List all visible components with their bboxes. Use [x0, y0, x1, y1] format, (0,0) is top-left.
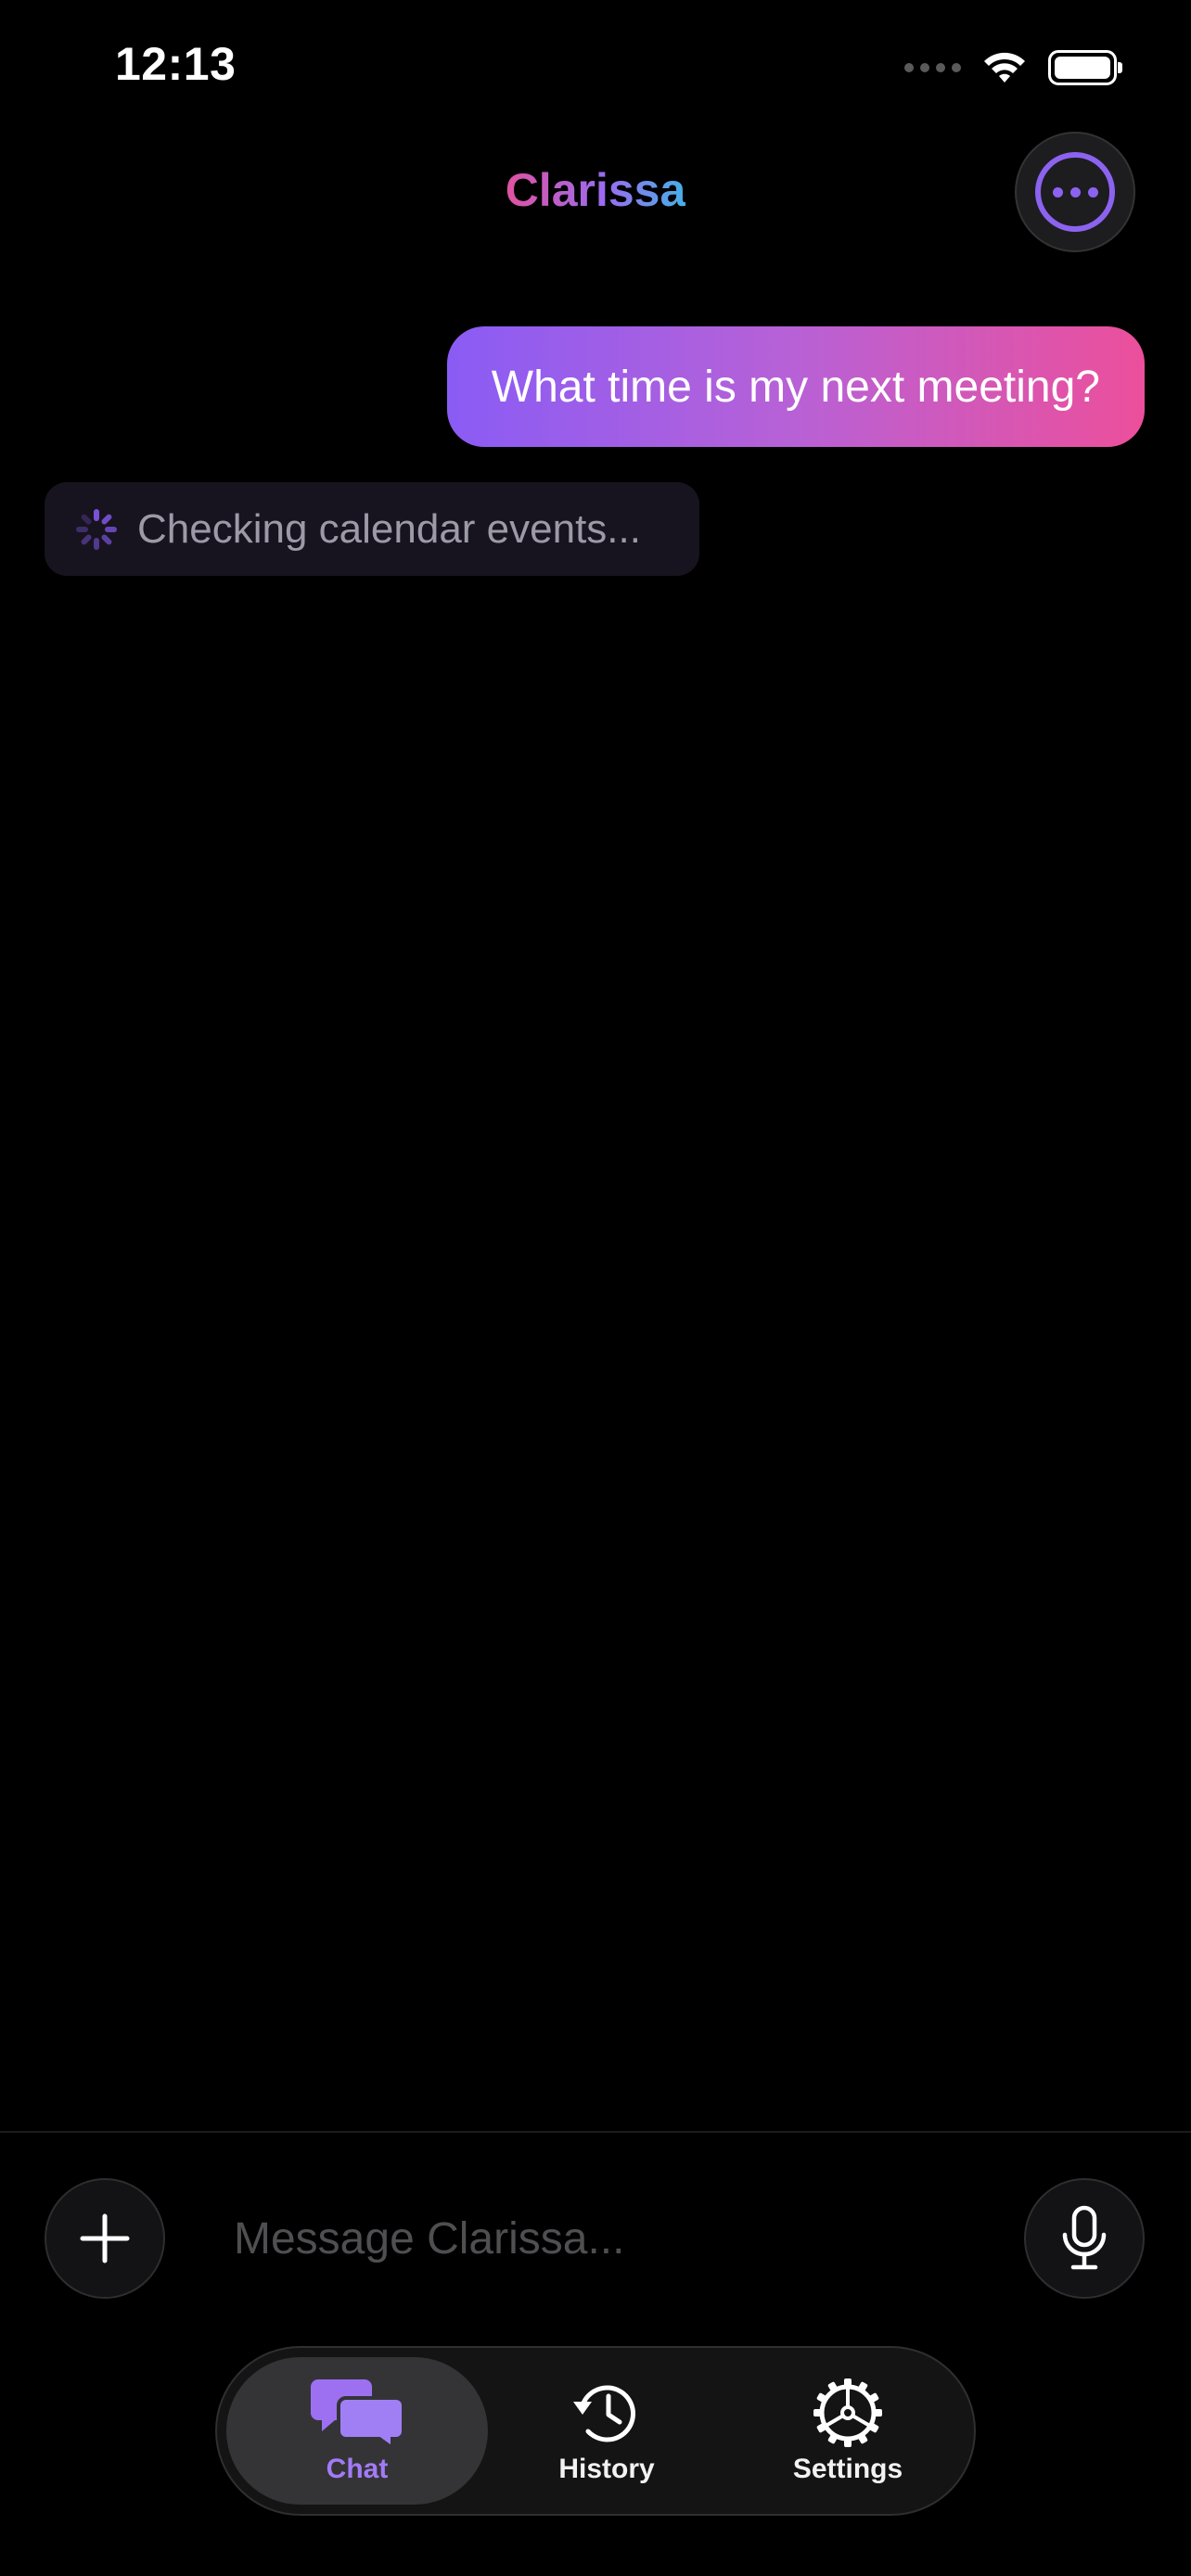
tab-chat-label: Chat [326, 2453, 389, 2484]
tab-history-label: History [558, 2453, 655, 2484]
voice-input-button[interactable] [1024, 2178, 1145, 2299]
tab-bar: Chat History Settings [215, 2346, 976, 2516]
wifi-icon [984, 52, 1025, 83]
history-icon [573, 2384, 635, 2442]
ellipsis-icon [1035, 152, 1115, 232]
composer-divider [0, 2131, 1191, 2133]
assistant-status-text: Checking calendar events... [137, 505, 641, 552]
tab-history[interactable]: History [514, 2357, 699, 2505]
loading-spinner-icon [76, 508, 117, 550]
plus-icon [80, 2213, 130, 2264]
cellular-signal-icon [904, 63, 961, 72]
add-attachment-button[interactable] [45, 2178, 165, 2299]
assistant-status-pill: Checking calendar events... [45, 482, 699, 576]
more-options-button[interactable] [1015, 132, 1135, 252]
gear-icon [813, 2378, 882, 2447]
page-title: Clarissa [0, 163, 1191, 217]
assistant-name: Clarissa [505, 164, 686, 216]
microphone-icon [1062, 2205, 1107, 2270]
app-screen: 12:13 Clarissa What time is my next meet… [0, 0, 1191, 2576]
status-time: 12:13 [115, 38, 237, 90]
tab-settings[interactable]: Settings [746, 2357, 950, 2505]
battery-icon [1048, 50, 1122, 85]
message-input[interactable] [234, 2201, 957, 2276]
tab-chat[interactable]: Chat [226, 2357, 488, 2505]
status-indicators [904, 45, 1122, 91]
user-message-bubble: What time is my next meeting? [446, 326, 1145, 447]
chat-bubbles-icon [311, 2378, 403, 2448]
tab-settings-label: Settings [792, 2453, 903, 2484]
